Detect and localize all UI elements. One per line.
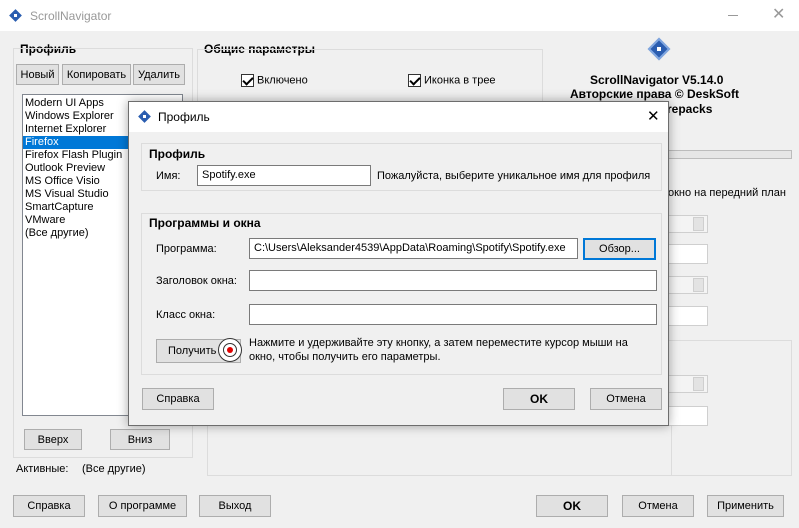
window-title-input[interactable] <box>249 270 657 291</box>
bg-field-3[interactable] <box>668 406 708 426</box>
exit-button[interactable]: Выход <box>199 495 271 517</box>
apply-button[interactable]: Применить <box>707 495 784 517</box>
dialog-cancel-button[interactable]: Отмена <box>590 388 662 410</box>
dialog-app-icon <box>137 109 153 125</box>
copyright-text: Авторские права © DeskSoft <box>570 87 739 101</box>
checkbox-check-icon <box>408 74 421 87</box>
active-label: Активные: <box>16 463 69 475</box>
app-icon <box>8 8 24 24</box>
copy-profile-button[interactable]: Копировать <box>62 64 131 85</box>
get-hint-text: Нажмите и удерживайте эту кнопку, а зате… <box>249 337 628 363</box>
main-help-button[interactable]: Справка <box>13 495 85 517</box>
dialog-profile-group-title: Профиль <box>149 147 206 161</box>
version-text: ScrollNavigator V5.14.0 <box>590 73 724 87</box>
bg-field-2[interactable] <box>668 306 708 326</box>
bg-spin-box-3[interactable] <box>668 375 708 393</box>
name-input[interactable]: Spotify.exe <box>197 165 371 186</box>
repacks-text: repacks <box>667 102 713 116</box>
bg-spin-box-1[interactable] <box>668 215 708 233</box>
active-value: (Все другие) <box>82 463 146 475</box>
crosshair-target-icon[interactable] <box>218 338 242 362</box>
profile-dialog: Профиль ✕ Профиль Имя: Spotify.exe Пожал… <box>128 101 669 426</box>
minimize-icon[interactable] <box>728 15 738 16</box>
about-button[interactable]: О программе <box>98 495 187 517</box>
dialog-ok-button[interactable]: OK <box>503 388 575 410</box>
progress-bar <box>668 150 792 159</box>
close-icon[interactable]: ✕ <box>772 4 785 24</box>
dialog-title-bar: Профиль ✕ <box>129 102 668 132</box>
program-input[interactable]: C:\Users\Aleksander4539\AppData\Roaming\… <box>249 238 578 259</box>
new-profile-button[interactable]: Новый <box>16 64 59 85</box>
name-label: Имя: <box>156 170 181 182</box>
dialog-help-button[interactable]: Справка <box>142 388 214 410</box>
bg-spin-box-2[interactable] <box>668 276 708 294</box>
get-button-label: Получить <box>168 345 217 357</box>
middle-group-frame <box>207 426 672 476</box>
main-window-title: ScrollNavigator <box>30 9 112 23</box>
window-class-label: Класс окна: <box>156 309 216 321</box>
main-ok-button[interactable]: OK <box>536 495 608 517</box>
checkbox-check-icon <box>241 74 254 87</box>
dialog-title: Профиль <box>158 110 210 124</box>
main-cancel-button[interactable]: Отмена <box>622 495 694 517</box>
bg-field-1[interactable] <box>668 244 708 264</box>
tray-icon-checkbox[interactable]: Иконка в трее <box>408 74 496 87</box>
scrollnavigator-logo-icon <box>646 36 672 62</box>
enabled-label: Включено <box>257 74 308 87</box>
program-label: Программа: <box>156 243 217 255</box>
enabled-checkbox[interactable]: Включено <box>241 74 308 87</box>
dialog-programs-group-title: Программы и окна <box>149 216 261 230</box>
delete-profile-button[interactable]: Удалить <box>133 64 185 85</box>
name-hint: Пожалуйста, выберите уникальное имя для … <box>377 170 651 182</box>
window-title-label: Заголовок окна: <box>156 275 237 287</box>
window-class-input[interactable] <box>249 304 657 325</box>
tray-icon-label: Иконка в трее <box>424 74 496 87</box>
move-up-button[interactable]: Вверх <box>24 429 82 450</box>
dialog-close-icon[interactable]: ✕ <box>647 107 660 125</box>
foreground-option-label: окно на передний план <box>668 187 786 199</box>
browse-button[interactable]: Обзор... <box>583 238 656 260</box>
main-title-bar: ScrollNavigator ✕ <box>0 0 799 31</box>
move-down-button[interactable]: Вниз <box>110 429 170 450</box>
